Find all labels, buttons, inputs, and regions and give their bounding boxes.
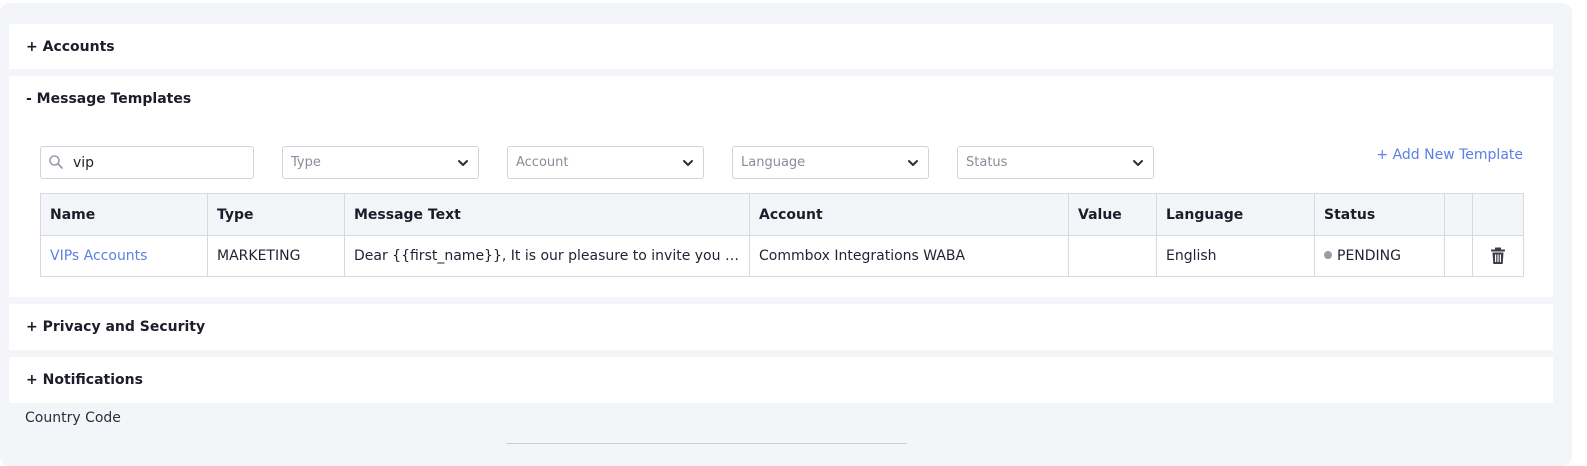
language-filter-placeholder: Language <box>741 155 806 170</box>
cell-status: PENDING <box>1314 235 1445 277</box>
column-header-actions <box>1472 193 1524 236</box>
chevron-down-icon <box>683 160 693 166</box>
template-name-link[interactable]: VIPs Accounts <box>50 248 147 264</box>
trash-icon[interactable] <box>1490 247 1506 265</box>
status-dot <box>1324 251 1332 259</box>
chevron-down-icon <box>1133 160 1143 166</box>
status-filter-placeholder: Status <box>966 155 1008 170</box>
column-header-language[interactable]: Language <box>1156 193 1315 236</box>
account-filter-select[interactable]: Account <box>507 146 704 179</box>
notifications-section-toggle[interactable]: + Notifications <box>26 372 143 388</box>
message-templates-section-toggle[interactable]: - Message Templates <box>26 91 191 107</box>
table-row[interactable]: VIPs Accounts MARKETING Dear {{first_nam… <box>40 235 1524 277</box>
cell-name: VIPs Accounts <box>40 235 208 277</box>
column-header-account[interactable]: Account <box>749 193 1069 236</box>
status-filter-select[interactable]: Status <box>957 146 1154 179</box>
column-header-blank <box>1444 193 1473 236</box>
cell-account: Commbox Integrations WABA <box>749 235 1069 277</box>
privacy-section-toggle[interactable]: + Privacy and Security <box>26 319 205 335</box>
template-search-box <box>40 146 254 179</box>
country-code-field-underline[interactable] <box>506 443 907 444</box>
chevron-down-icon <box>458 160 468 166</box>
add-new-template-link[interactable]: + Add New Template <box>1376 147 1523 163</box>
chevron-down-icon <box>908 160 918 166</box>
accounts-section-toggle[interactable]: + Accounts <box>26 39 115 55</box>
privacy-panel: + Privacy and Security <box>9 304 1553 350</box>
column-header-message-text[interactable]: Message Text <box>344 193 750 236</box>
language-filter-select[interactable]: Language <box>732 146 929 179</box>
cell-blank <box>1444 235 1473 277</box>
notifications-panel: + Notifications <box>9 357 1553 403</box>
table-header-row: Name Type Message Text Account Value Lan… <box>40 193 1524 236</box>
column-header-value[interactable]: Value <box>1068 193 1157 236</box>
column-header-type[interactable]: Type <box>207 193 345 236</box>
type-filter-select[interactable]: Type <box>282 146 479 179</box>
country-code-label: Country Code <box>25 410 121 426</box>
cell-value <box>1068 235 1157 277</box>
account-filter-placeholder: Account <box>516 155 569 170</box>
accounts-panel: + Accounts <box>9 24 1553 69</box>
templates-table: Name Type Message Text Account Value Lan… <box>40 193 1524 277</box>
column-header-status[interactable]: Status <box>1314 193 1445 236</box>
search-icon <box>49 155 63 169</box>
cell-actions <box>1472 235 1524 277</box>
column-header-name[interactable]: Name <box>40 193 208 236</box>
cell-type: MARKETING <box>207 235 345 277</box>
type-filter-placeholder: Type <box>291 155 321 170</box>
template-search-input[interactable] <box>73 151 243 175</box>
cell-message-text: Dear {{first_name}}, It is our pleasure … <box>344 235 750 277</box>
status-text: PENDING <box>1337 248 1401 264</box>
cell-language: English <box>1156 235 1315 277</box>
